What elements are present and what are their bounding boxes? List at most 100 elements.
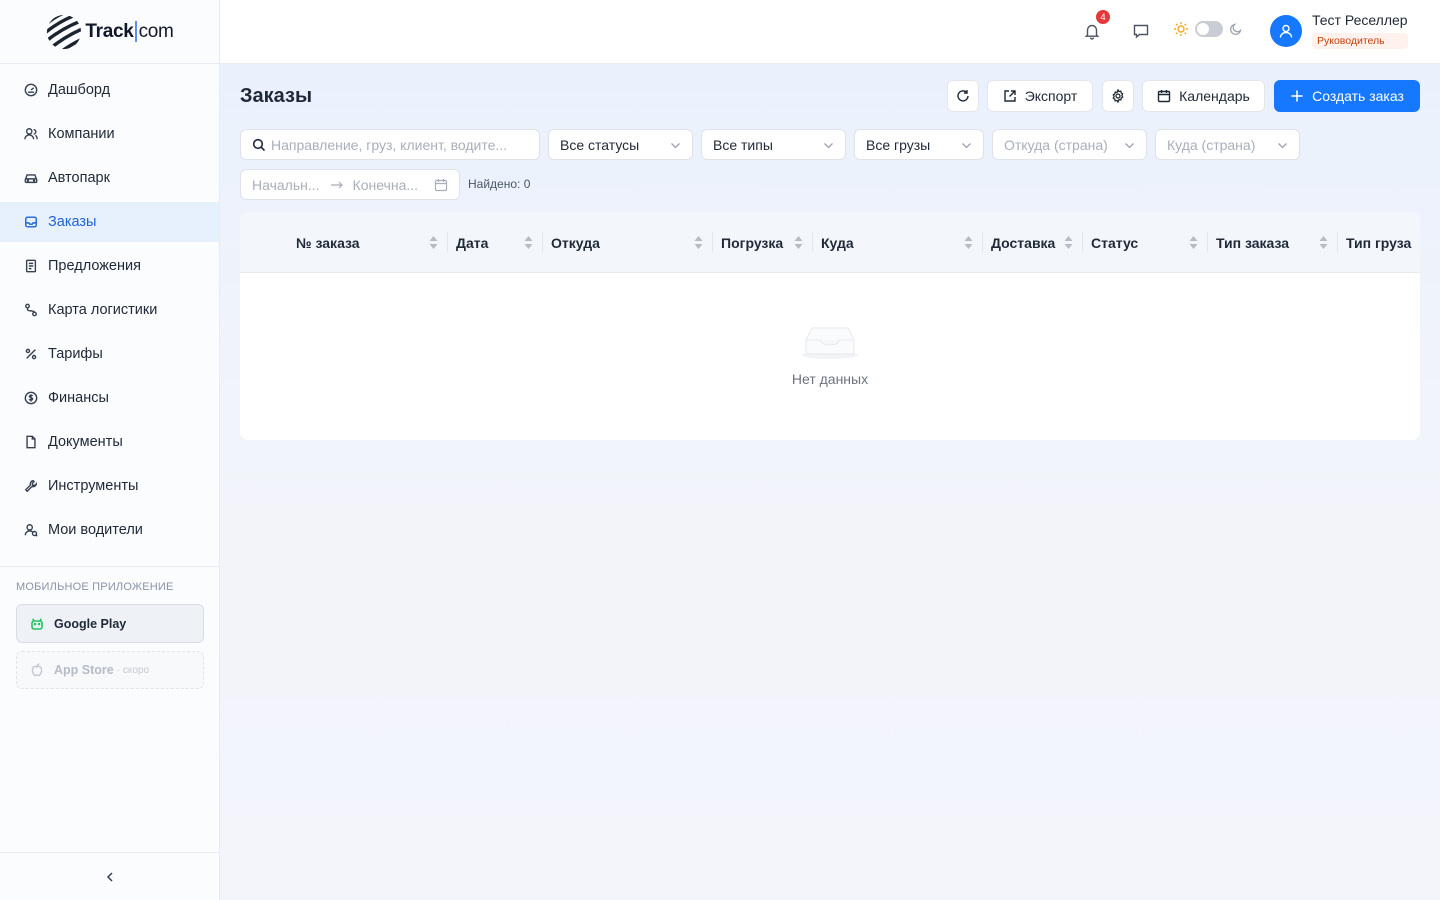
route-icon	[25, 303, 37, 317]
status-select[interactable]: Все статусы	[548, 129, 693, 160]
column-header-loading[interactable]: Погрузка	[721, 212, 783, 273]
mobile-app-section: Мобильное приложение Google Play App Sto…	[0, 566, 220, 697]
calendar-button[interactable]: Календарь	[1142, 80, 1265, 112]
date-range-picker[interactable]: Начальн... Конечна...	[240, 169, 460, 200]
sort-icon[interactable]	[1319, 236, 1328, 249]
export-button[interactable]: Экспорт	[987, 80, 1093, 112]
notification-count-badge: 4	[1096, 10, 1110, 24]
user-role-badge: Руководитель	[1312, 33, 1408, 49]
column-label: Статус	[1091, 234, 1139, 251]
column-header-order-type[interactable]: Тип заказа	[1216, 212, 1289, 273]
user-name: Тест Реселлер	[1312, 12, 1408, 28]
column-label: Тип груза	[1346, 234, 1412, 251]
logo[interactable]: Track com	[45, 13, 174, 51]
sidebar-item-label: Документы	[48, 434, 123, 450]
google-play-button[interactable]: Google Play	[16, 604, 204, 643]
sidebar-item-dashboard[interactable]: Дашборд	[0, 70, 219, 110]
sort-icon[interactable]	[964, 236, 973, 249]
column-divider	[812, 232, 813, 252]
apple-icon	[31, 663, 43, 677]
column-header-date[interactable]: Дата	[456, 212, 488, 273]
cargo-select-value: Все грузы	[866, 136, 931, 153]
column-divider	[1207, 232, 1208, 252]
to-country-placeholder: Куда (страна)	[1167, 136, 1256, 153]
column-divider	[447, 232, 448, 252]
search-icon	[252, 138, 266, 152]
app-store-button: App Store · скоро	[16, 651, 204, 689]
search-placeholder: Направление, груз, клиент, водите...	[271, 136, 508, 153]
collapse-sidebar-button[interactable]	[0, 852, 220, 900]
brand-name: Track	[85, 20, 134, 42]
sidebar: Track com Дашборд Компании Автопарк Заказ…	[0, 0, 220, 900]
sort-icon[interactable]	[1189, 236, 1198, 249]
sidebar-item-tools[interactable]: Инструменты	[0, 466, 219, 506]
column-label: № заказа	[296, 234, 360, 251]
sun-icon	[1174, 22, 1188, 36]
column-divider	[712, 232, 713, 252]
column-header-from[interactable]: Откуда	[551, 212, 600, 273]
main-content: Заказы Экспорт Календарь Создать заказ Н…	[220, 64, 1440, 900]
user-icon	[1279, 24, 1293, 38]
column-header-delivery[interactable]: Доставка	[991, 212, 1055, 273]
create-order-button[interactable]: Создать заказ	[1274, 80, 1420, 112]
column-label: Тип заказа	[1216, 234, 1290, 251]
page-title: Заказы	[240, 85, 313, 107]
table-header: № заказа Дата Откуда Погрузка Куда Доста…	[240, 212, 1420, 273]
column-header-order-number[interactable]: № заказа	[296, 212, 360, 273]
sidebar-item-offers[interactable]: Предложения	[0, 246, 219, 286]
date-start-input[interactable]: Начальн...	[252, 177, 320, 193]
column-header-to[interactable]: Куда	[821, 212, 854, 273]
brand-suffix: com	[134, 20, 174, 42]
theme-toggle[interactable]	[1195, 21, 1223, 37]
sort-icon[interactable]	[1064, 236, 1073, 249]
sort-icon[interactable]	[429, 236, 438, 249]
chevron-down-icon	[1125, 143, 1134, 149]
sort-icon[interactable]	[794, 236, 803, 249]
sort-icon[interactable]	[524, 236, 533, 249]
sidebar-item-fleet[interactable]: Автопарк	[0, 158, 219, 198]
type-select[interactable]: Все типы	[701, 129, 846, 160]
export-icon	[1003, 90, 1016, 102]
refresh-button[interactable]	[947, 80, 979, 112]
column-label: Куда	[821, 234, 854, 251]
messages-button[interactable]	[1130, 20, 1152, 42]
type-select-value: Все типы	[713, 136, 773, 153]
sidebar-item-logistics-map[interactable]: Карта логистики	[0, 290, 219, 330]
car-icon	[24, 174, 38, 184]
inbox-icon	[25, 216, 37, 228]
status-select-value: Все статусы	[560, 136, 640, 153]
notifications-button[interactable]: 4	[1081, 10, 1110, 42]
avatar	[1270, 15, 1302, 47]
column-header-cargo-type[interactable]: Тип груза	[1346, 212, 1411, 273]
chevron-left-icon	[106, 871, 113, 882]
moon-icon	[1229, 23, 1242, 36]
cargo-select[interactable]: Все грузы	[854, 129, 984, 160]
column-divider	[1337, 232, 1338, 252]
sidebar-item-label: Дашборд	[48, 82, 111, 98]
theme-switcher[interactable]	[1173, 21, 1243, 37]
sidebar-item-label: Предложения	[48, 258, 141, 274]
gear-icon	[1112, 89, 1124, 103]
user-menu[interactable]: Тест Реселлер Руководитель	[1270, 12, 1408, 49]
date-end-input[interactable]: Конечна...	[353, 177, 418, 193]
search-input[interactable]: Направление, груз, клиент, водите...	[240, 129, 540, 160]
empty-inbox-icon	[802, 327, 858, 359]
mobile-app-title: Мобильное приложение	[16, 581, 174, 593]
sidebar-item-my-drivers[interactable]: Мои водители	[0, 510, 219, 550]
logo-mark-icon	[47, 14, 82, 49]
column-header-status[interactable]: Статус	[1091, 212, 1138, 273]
table-settings-button[interactable]	[1102, 80, 1134, 112]
sort-icon[interactable]	[694, 236, 703, 249]
from-country-select[interactable]: Откуда (страна)	[992, 129, 1147, 160]
users-icon	[24, 128, 38, 140]
calendar-icon	[1157, 90, 1171, 103]
dollar-icon	[24, 391, 38, 405]
sidebar-item-finance[interactable]: Финансы	[0, 378, 219, 418]
sidebar-item-label: Мои водители	[48, 522, 143, 538]
to-country-select[interactable]: Куда (страна)	[1155, 129, 1300, 160]
file-text-icon	[25, 259, 37, 273]
sidebar-item-tariffs[interactable]: Тарифы	[0, 334, 219, 374]
sidebar-item-documents[interactable]: Документы	[0, 422, 219, 462]
sidebar-item-companies[interactable]: Компании	[0, 114, 219, 154]
sidebar-item-orders[interactable]: Заказы	[0, 202, 219, 242]
